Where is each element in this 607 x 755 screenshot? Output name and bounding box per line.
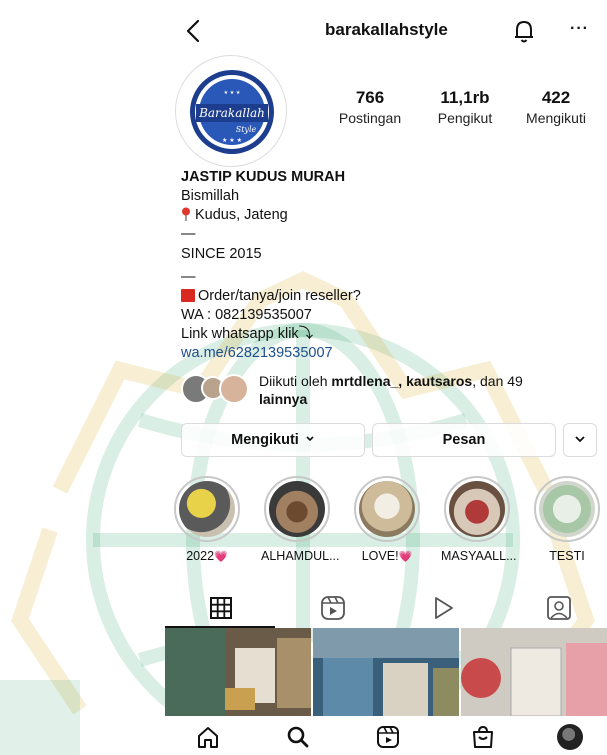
svg-text:★ ★ ★: ★ ★ ★: [222, 137, 242, 144]
profile-stats: 766 Postingan 11,1rb Pengikut 422 Mengik…: [325, 88, 605, 132]
post-image: [461, 628, 607, 716]
profile-username: barakallahstyle: [325, 20, 448, 39]
highlight-label: 2022💗: [186, 549, 228, 563]
suggested-accounts-button[interactable]: [563, 423, 597, 457]
mutual-avatar: [219, 374, 249, 404]
message-button[interactable]: Pesan: [372, 423, 556, 457]
bio-location: Kudus, Jateng: [181, 206, 601, 225]
search-icon[interactable]: [285, 724, 311, 750]
highlight-label: LOVE!💗: [361, 549, 413, 563]
shop-icon[interactable]: [470, 724, 496, 750]
chevron-down-icon: [575, 436, 585, 443]
reels-icon[interactable]: [375, 724, 401, 750]
bio-whatsapp: WA : 082139535007: [181, 307, 312, 323]
post-grid: [165, 628, 607, 716]
bank-icon: [181, 289, 195, 302]
posts-stat[interactable]: 766 Postingan: [325, 88, 415, 126]
profile-tabs: [165, 588, 607, 628]
order-text: Order/tanya/join reseller?: [198, 288, 361, 304]
more-options-button[interactable]: ···: [570, 20, 589, 38]
highlight-ring: [534, 476, 600, 542]
reels-icon[interactable]: [313, 592, 353, 626]
highlight-cover: [269, 481, 325, 537]
grid-icon[interactable]: [201, 592, 241, 626]
followed-by-names: mrtdlena_, kautsaros: [331, 373, 473, 389]
svg-text:Barakallah: Barakallah: [198, 106, 265, 120]
story-highlight[interactable]: LOVE!💗: [351, 476, 423, 563]
bio-dash: —: [181, 226, 196, 242]
heart-icon: 💗: [214, 551, 228, 563]
home-icon[interactable]: [195, 724, 221, 750]
post-thumbnail[interactable]: [165, 628, 311, 716]
highlight-cover: [359, 481, 415, 537]
chevron-down-icon: [306, 436, 314, 442]
highlight-cover: [539, 481, 595, 537]
back-arrow-icon[interactable]: [183, 18, 205, 44]
highlight-ring: [174, 476, 240, 542]
post-thumbnail[interactable]: [461, 628, 607, 716]
followers-stat[interactable]: 11,1rb Pengikut: [423, 88, 507, 126]
play-icon[interactable]: [423, 592, 463, 626]
profile-display-name: JASTIP KUDUS MURAH: [181, 169, 346, 185]
posts-label: Postingan: [338, 110, 402, 126]
mutual-followers[interactable]: Diikuti oleh mrtdlena_, kautsaros, dan 4…: [181, 370, 601, 410]
highlight-cover: [179, 481, 235, 537]
instagram-profile-screen: barakallahstyle ··· Barakallah Style ★ ★…: [165, 0, 607, 755]
svg-text:★ ★ ★: ★ ★ ★: [224, 90, 241, 96]
posts-count: 766: [355, 88, 385, 107]
tagged-icon[interactable]: [539, 592, 579, 626]
profile-icon[interactable]: [557, 724, 583, 750]
profile-avatar[interactable]: Barakallah Style ★ ★ ★ ★ ★ ★: [175, 55, 287, 167]
bell-icon[interactable]: [513, 18, 535, 44]
story-highlight[interactable]: ALHAMDUL...: [261, 476, 340, 563]
story-highlight[interactable]: 2022💗: [171, 476, 243, 563]
heart-icon: 💗: [398, 551, 413, 563]
following-count: 422: [541, 88, 571, 107]
highlight-label: TESTI: [549, 549, 585, 563]
message-button-label: Pesan: [442, 432, 486, 448]
post-thumbnail[interactable]: [313, 628, 459, 716]
following-button-label: Mengikuti: [231, 432, 299, 448]
followed-by-text: Diikuti oleh mrtdlena_, kautsaros, dan 4…: [259, 372, 579, 408]
bio-link[interactable]: wa.me/6282139535007: [181, 344, 601, 363]
following-stat[interactable]: 422 Mengikuti: [511, 88, 601, 126]
followed-by-more: lainnya: [259, 391, 308, 407]
post-image: [313, 628, 459, 716]
followed-by-suffix: , dan 49: [472, 373, 523, 389]
followed-by-prefix: Diikuti oleh: [259, 373, 332, 389]
bio-order: Order/tanya/join reseller?: [181, 287, 601, 306]
highlight-ring: [264, 476, 330, 542]
profile-bio: JASTIP KUDUS MURAH Bismillah Kudus, Jate…: [181, 168, 601, 363]
followers-label: Pengikut: [437, 110, 493, 126]
highlight-label: MASYAALL...: [441, 549, 517, 563]
bottom-navigation: [165, 716, 607, 755]
svg-text:Style: Style: [236, 125, 257, 134]
highlight-cover: [449, 481, 505, 537]
bio-line: Bismillah: [181, 188, 240, 204]
story-highlight[interactable]: TESTI: [531, 476, 603, 563]
highlight-label: ALHAMDUL...: [261, 549, 340, 563]
bio-link-label: Link whatsapp klik⤵: [181, 326, 314, 342]
top-bar: barakallahstyle ···: [165, 0, 607, 62]
followers-count: 11,1rb: [440, 88, 490, 107]
brand-logo: Barakallah Style ★ ★ ★ ★ ★ ★: [190, 70, 274, 154]
bio-since: SINCE 2015: [181, 246, 262, 262]
post-image: [165, 628, 311, 716]
following-button[interactable]: Mengikuti: [181, 423, 365, 457]
highlight-ring: [354, 476, 420, 542]
following-label: Mengikuti: [526, 110, 586, 126]
bio-dash: —: [181, 269, 196, 285]
location-text: Kudus, Jateng: [195, 207, 288, 223]
highlight-ring: [444, 476, 510, 542]
location-pin-icon: [182, 207, 190, 221]
story-highlight[interactable]: MASYAALL...: [441, 476, 517, 563]
